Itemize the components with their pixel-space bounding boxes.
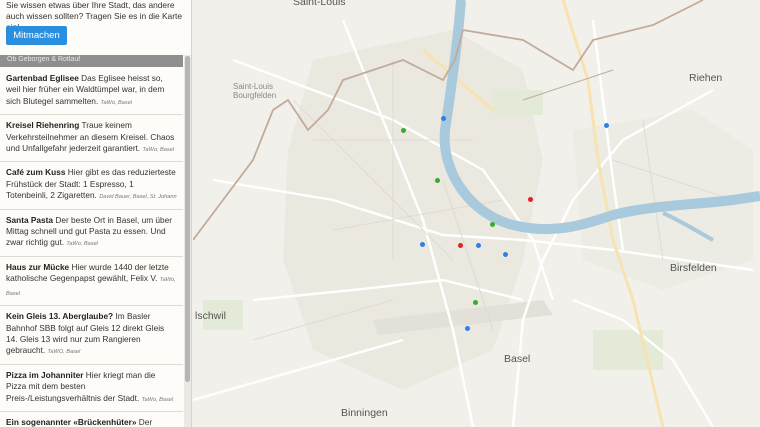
- list-item[interactable]: Kein Gleis 13. Aberglaube? Im Basler Bah…: [0, 306, 183, 365]
- intro-text: Sie wissen etwas über Ihre Stadt, das an…: [6, 0, 182, 32]
- entry-author: TaWO, Basel: [47, 349, 81, 356]
- entry-author: TaWo, Basel: [141, 396, 174, 403]
- place-label-riehen: Riehen: [689, 72, 723, 84]
- list-item[interactable]: Kreisel Riehenring Traue keinem Verkehrs…: [0, 115, 183, 163]
- place-label-schwil: lschwil: [195, 310, 226, 322]
- map-canvas[interactable]: Saint-Louis Riehen Birsfelden Basel Binn…: [193, 0, 760, 427]
- entry-title: Café zum Kuss: [6, 167, 66, 178]
- entry-list: Gartenbad Eglisee Das Eglisee heisst so,…: [0, 68, 183, 427]
- map-marker-green[interactable]: [401, 128, 406, 133]
- entry-title: Kreisel Riehenring: [6, 120, 80, 131]
- entry-title: Haus zur Mücke: [6, 261, 70, 272]
- join-button[interactable]: Mitmachen: [6, 26, 67, 45]
- map-marker-blue[interactable]: [420, 242, 425, 247]
- entry-title: Gartenbad Eglisee: [6, 73, 79, 83]
- entry-title: Santa Pasta: [6, 214, 54, 225]
- place-label-birsfelden: Birsfelden: [670, 262, 717, 274]
- place-label-basel: Basel: [504, 353, 531, 365]
- list-item[interactable]: Pizza im Johanniter Hier kriegt man die …: [0, 365, 183, 412]
- list-item[interactable]: Gartenbad Eglisee Das Eglisee heisst so,…: [0, 68, 183, 116]
- map-marker-blue[interactable]: [604, 123, 609, 128]
- list-item[interactable]: Haus zur Mücke Hier wurde 1440 der letzt…: [0, 257, 183, 307]
- list-item[interactable]: Ein sogenannter «Brückenhüter» Der Basil…: [0, 412, 183, 427]
- entry-author: TaWo, Basel: [66, 241, 98, 248]
- map-marker-blue[interactable]: [503, 252, 508, 257]
- section-header: Ob Geborgen & Rotlauf: [0, 55, 183, 67]
- sidebar: Sie wissen etwas über Ihre Stadt, das an…: [0, 0, 192, 427]
- map-base: [193, 0, 760, 427]
- entry-author: TaWo, Basel: [142, 147, 175, 154]
- map-marker-red[interactable]: [458, 243, 463, 248]
- map-marker-green[interactable]: [490, 222, 495, 227]
- map-marker-green[interactable]: [473, 300, 478, 305]
- entry-title: Ein sogenannter «Brückenhüter»: [6, 416, 137, 427]
- list-item[interactable]: Santa Pasta Der beste Ort in Basel, um ü…: [0, 210, 183, 257]
- place-label-bourgfelden: Saint-Louis Bourgfelden: [233, 82, 277, 100]
- list-item[interactable]: Café zum Kuss Hier gibt es das reduziert…: [0, 162, 183, 210]
- entry-title: Pizza im Johanniter: [6, 369, 84, 380]
- map-marker-green[interactable]: [435, 178, 440, 183]
- map-marker-red[interactable]: [528, 197, 533, 202]
- place-label-saint-louis: Saint-Louis: [293, 0, 346, 8]
- map-marker-blue[interactable]: [441, 116, 446, 121]
- map-marker-blue[interactable]: [476, 243, 481, 248]
- entry-author: TaWo, Basel: [100, 99, 133, 106]
- place-label-binningen: Binningen: [341, 407, 388, 419]
- map-marker-blue[interactable]: [465, 326, 470, 331]
- sidebar-scrollbar-thumb[interactable]: [185, 56, 190, 382]
- entry-title: Kein Gleis 13. Aberglaube?: [6, 311, 114, 322]
- entry-author: David Bauer, Basel, St. Johann: [99, 194, 177, 201]
